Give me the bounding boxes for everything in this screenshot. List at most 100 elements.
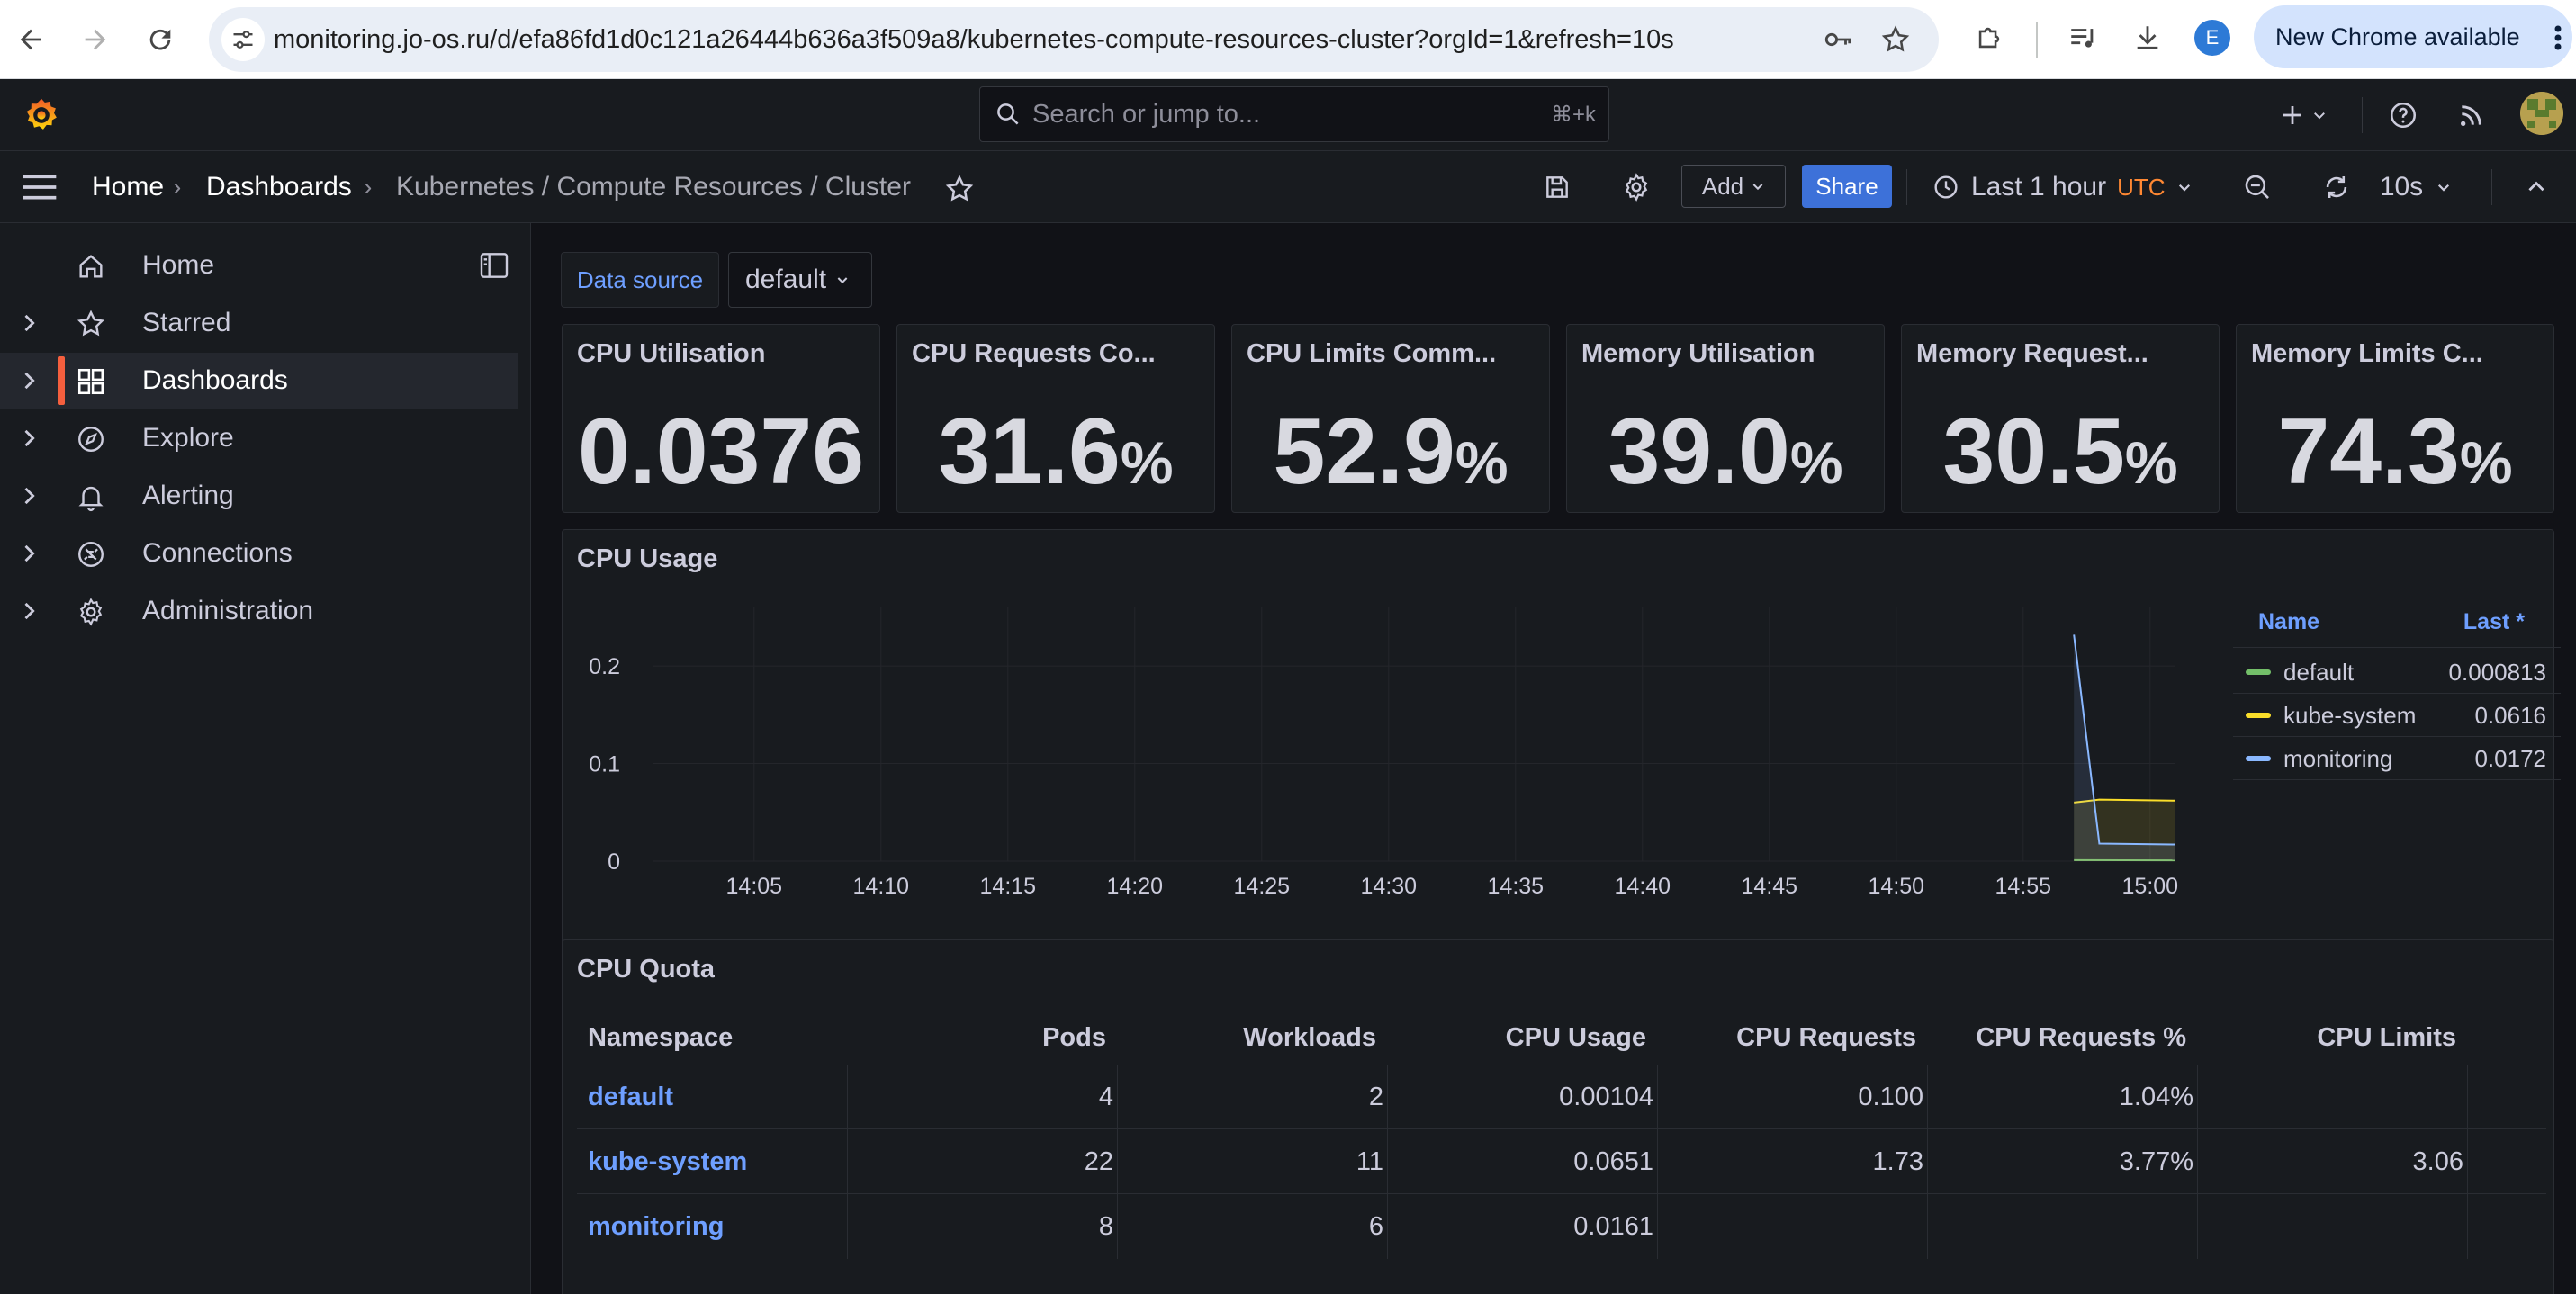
- column-separator: [1387, 1065, 1388, 1129]
- chevron-right-icon[interactable]: [16, 598, 41, 624]
- column-header-workloads[interactable]: Workloads: [1243, 1012, 1376, 1063]
- news-button[interactable]: [2450, 94, 2493, 137]
- downloads-button[interactable]: [2126, 16, 2169, 59]
- address-bar[interactable]: monitoring.jo-os.ru/d/efa86fd1d0c121a264…: [209, 7, 1939, 72]
- column-header-cpu-limits[interactable]: CPU Limits: [2317, 1012, 2456, 1063]
- cell-namespace-link[interactable]: kube-system: [588, 1129, 747, 1194]
- url-text[interactable]: monitoring.jo-os.ru/d/efa86fd1d0c121a264…: [274, 7, 1674, 72]
- legend-header-name[interactable]: Name: [2258, 609, 2319, 635]
- cell-namespace-link[interactable]: default: [588, 1065, 673, 1129]
- breadcrumb-home[interactable]: Home: [92, 151, 164, 223]
- user-avatar[interactable]: [2520, 92, 2563, 135]
- chevron-right-icon[interactable]: [16, 310, 41, 336]
- forward-button[interactable]: [72, 16, 119, 63]
- chevron-right-icon[interactable]: [16, 368, 41, 393]
- stat-panel-cpu-utilisation[interactable]: CPU Utilisation 0.0376: [562, 324, 880, 513]
- mark-favorite-button[interactable]: [938, 167, 981, 211]
- search-box[interactable]: Search or jump to... ⌘+k: [979, 86, 1609, 142]
- sidebar-item-connections[interactable]: Connections: [0, 526, 518, 581]
- star-icon: [945, 175, 974, 202]
- back-button[interactable]: [7, 16, 54, 63]
- chevron-right-icon[interactable]: [16, 541, 41, 566]
- time-range-picker[interactable]: Last 1 hour UTC: [1932, 164, 2229, 211]
- legend-item[interactable]: kube-system 0.0616: [2233, 694, 2561, 737]
- clock-icon: [1934, 175, 1958, 199]
- column-separator: [2467, 1129, 2468, 1194]
- extensions-button[interactable]: [1968, 16, 2011, 59]
- bell-icon: [78, 486, 104, 512]
- x-tick-label: 14:35: [1488, 874, 1545, 899]
- stat-value: 30.5%: [1902, 399, 2219, 506]
- refresh-interval-picker[interactable]: 10s: [2371, 164, 2461, 211]
- legend-header-last[interactable]: Last *: [2463, 609, 2525, 635]
- sidebar: Home Starred Dashboards Explore Alerting…: [0, 223, 531, 1294]
- column-header-cpu-usage[interactable]: CPU Usage: [1506, 1012, 1646, 1063]
- new-menu-button[interactable]: [2272, 94, 2335, 137]
- zoom-out-button[interactable]: [2236, 166, 2279, 209]
- search-icon: [997, 103, 1019, 125]
- sidebar-item-alerting[interactable]: Alerting: [0, 468, 518, 524]
- help-button[interactable]: [2382, 94, 2425, 137]
- cell-cpu-requests: 1.73: [1872, 1147, 1923, 1176]
- stat-panel-cpu-limits[interactable]: CPU Limits Comm... 52.9%: [1231, 324, 1550, 513]
- tune-icon: [233, 31, 253, 49]
- collapse-toolbar-button[interactable]: [2515, 166, 2558, 209]
- save-dashboard-button[interactable]: [1536, 166, 1579, 209]
- site-info-button[interactable]: [221, 18, 265, 61]
- media-controls-button[interactable]: [2061, 16, 2104, 59]
- download-icon: [2137, 26, 2158, 49]
- stat-panel-memory-limits[interactable]: Memory Limits C... 74.3%: [2236, 324, 2554, 513]
- x-tick-label: 14:05: [726, 874, 783, 899]
- stat-unit: %: [1789, 429, 1843, 496]
- bookmark-button[interactable]: [1874, 18, 1917, 61]
- time-range-label: Last 1 hour: [1971, 172, 2107, 202]
- stat-number: 30.5: [1942, 400, 2125, 504]
- chevron-right-icon[interactable]: [16, 426, 41, 451]
- column-header-namespace[interactable]: Namespace: [588, 1012, 733, 1063]
- legend-series-name: default: [2283, 659, 2355, 686]
- column-separator: [1657, 1065, 1658, 1129]
- refresh-button[interactable]: [2315, 166, 2358, 209]
- stat-panel-memory-requests[interactable]: Memory Request... 30.5%: [1901, 324, 2220, 513]
- cpu-usage-chart[interactable]: 14:05 14:10 14:15 14:20 14:25 14:30 14:35 14:40…: [563, 584, 2210, 962]
- password-key-button[interactable]: [1816, 18, 1860, 61]
- column-separator: [1387, 1194, 1388, 1259]
- grafana-logo[interactable]: [18, 92, 65, 139]
- column-header-cpu-requests[interactable]: CPU Requests: [1736, 1012, 1916, 1063]
- grafana-logo-icon: [26, 98, 57, 130]
- reload-button[interactable]: [137, 16, 184, 63]
- stat-value: 0.0376: [563, 399, 879, 506]
- legend-item[interactable]: monitoring 0.0172: [2233, 737, 2561, 780]
- datasource-select[interactable]: default: [728, 252, 872, 308]
- panel-title: CPU Usage: [577, 544, 718, 573]
- sidebar-item-starred[interactable]: Starred: [0, 295, 518, 351]
- puzzle-icon: [1978, 27, 2000, 49]
- add-button[interactable]: Add: [1681, 165, 1786, 208]
- new-chrome-button[interactable]: New Chrome available: [2254, 5, 2572, 68]
- legend-item[interactable]: default 0.000813: [2233, 651, 2561, 694]
- stat-unit: %: [2124, 429, 2178, 496]
- chevron-down-icon: [837, 277, 848, 284]
- column-header-pods[interactable]: Pods: [1042, 1012, 1106, 1063]
- sidebar-item-home[interactable]: Home: [0, 238, 518, 293]
- column-header-cpu-requests-pct[interactable]: CPU Requests %: [1976, 1012, 2186, 1063]
- stat-panel-cpu-requests[interactable]: CPU Requests Co... 31.6%: [896, 324, 1215, 513]
- sidebar-item-explore[interactable]: Explore: [0, 410, 518, 466]
- legend-swatch: [2246, 713, 2271, 718]
- cell-pods: 4: [1098, 1083, 1113, 1111]
- sidebar-item-administration[interactable]: Administration: [0, 583, 518, 639]
- profile-avatar[interactable]: E: [2194, 20, 2230, 56]
- search-placeholder: Search or jump to...: [1032, 99, 1261, 129]
- menu-toggle-button[interactable]: [18, 166, 61, 209]
- dashboard-settings-button[interactable]: [1615, 166, 1658, 209]
- cell-namespace-link[interactable]: monitoring: [588, 1194, 724, 1259]
- chevron-right-icon[interactable]: [16, 483, 41, 508]
- stat-panel-memory-utilisation[interactable]: Memory Utilisation 39.0%: [1566, 324, 1885, 513]
- share-button[interactable]: Share: [1802, 165, 1892, 208]
- breadcrumb-dashboards[interactable]: Dashboards: [206, 151, 352, 223]
- x-tick-label: 14:50: [1869, 874, 1925, 899]
- share-button-label: Share: [1815, 172, 1878, 200]
- sidebar-item-dashboards[interactable]: Dashboards: [0, 353, 518, 409]
- panel-cpu-quota[interactable]: CPU Quota Namespace Pods Workloads CPU U…: [562, 939, 2554, 1294]
- plus-icon: [2283, 106, 2301, 124]
